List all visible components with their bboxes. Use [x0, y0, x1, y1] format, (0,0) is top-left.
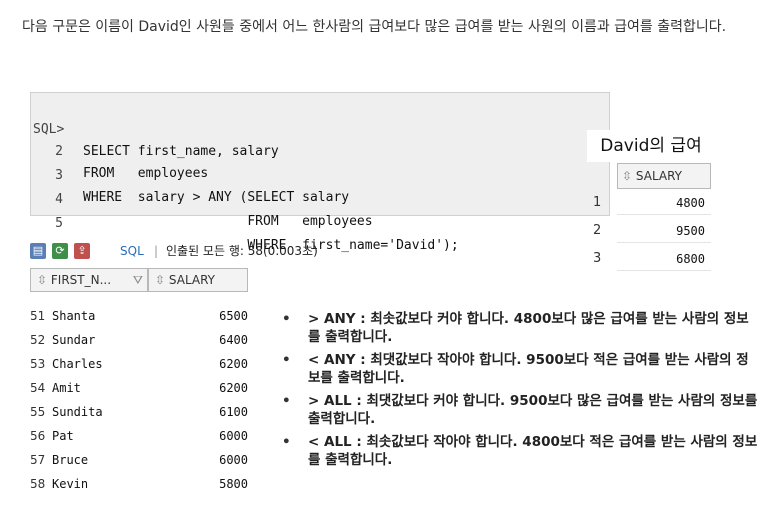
salary-cell: 5800	[219, 477, 248, 491]
table-row[interactable]: 58 Kevin 5800	[30, 472, 252, 496]
first-name-cell: Kevin	[52, 477, 89, 491]
pin-icon[interactable]: ▤	[30, 243, 46, 259]
table-row[interactable]: 1 4800	[587, 191, 715, 215]
salary-cell: 6200	[219, 357, 248, 371]
row-number: 52	[30, 333, 46, 347]
first-name-cell: Shanta	[52, 309, 96, 323]
first-name-cell: Charles	[52, 357, 103, 371]
row-number: 2	[593, 223, 602, 238]
first-name-cell: Sundar	[52, 333, 96, 347]
table-row[interactable]: 2 9500	[587, 219, 715, 243]
salary-cell: 6400	[219, 333, 248, 347]
line-number: 5	[55, 216, 63, 231]
fetch-status: 인출된 모든 행: 58(0.003초)	[166, 244, 318, 258]
table-row[interactable]: 52 Sundar 6400	[30, 328, 252, 352]
salary-cell: 6000	[219, 453, 248, 467]
bullet-icon: •	[282, 311, 291, 327]
table-row[interactable]: 51 Shanta 6500	[30, 304, 252, 328]
sql-line-5: 5 WHERE first_name='David');	[31, 191, 609, 253]
sql-line-1: SQL> SELECT first_name, salary	[31, 97, 609, 159]
table-row[interactable]: 54 Amit 6200	[30, 376, 252, 400]
refresh-icon[interactable]: ⟳	[52, 243, 68, 259]
sql-line-2: 2 FROM employees	[31, 119, 609, 181]
table-row[interactable]: 3 6800	[587, 247, 715, 271]
salary-cell: 9500	[617, 219, 711, 243]
salary-cell: 6000	[219, 429, 248, 443]
david-salary-caption: David의 급여	[587, 130, 715, 162]
sort-icon: ⇳	[622, 169, 633, 183]
row-number: 58	[30, 477, 46, 491]
row-number: 3	[593, 251, 602, 266]
column-header-first-name[interactable]: ⇳ FIRST_N... ⛛	[30, 268, 148, 292]
row-number: 51	[30, 309, 46, 323]
table-row[interactable]: 55 Sundita 6100	[30, 400, 252, 424]
row-number: 53	[30, 357, 46, 371]
table-row[interactable]: 57 Bruce 6000	[30, 448, 252, 472]
sql-code-4: FROM employees	[83, 214, 373, 229]
column-header-label: FIRST_N...	[50, 273, 112, 287]
first-name-cell: Sundita	[52, 405, 103, 419]
sort-icon: ⇳	[37, 273, 48, 287]
intro-text: 다음 구문은 이름이 David인 사원들 중에서 어느 한사람의 급여보다 많…	[22, 19, 727, 35]
first-name-cell: Pat	[52, 429, 74, 443]
results-toolbar: ▤ ⟳ ⇪ SQL | 인출된 모든 행: 58(0.003초)	[30, 240, 370, 262]
note-text: < ANY : 최댓값보다 작아야 합니다. 9500보다 적은 급여를 받는 …	[308, 352, 749, 386]
salary-cell: 6200	[219, 381, 248, 395]
salary-cell: 6100	[219, 405, 248, 419]
toolbar-separator: |	[154, 244, 159, 258]
note-text: > ALL : 최댓값보다 커야 합니다. 9500보다 많은 급여를 받는 사…	[308, 393, 758, 427]
sql-line-4: 4 FROM employees	[31, 167, 609, 229]
column-header-label: SALARY	[635, 169, 683, 183]
bullet-icon: •	[282, 352, 291, 368]
sql-link[interactable]: SQL	[120, 240, 144, 262]
row-number: 1	[593, 195, 602, 210]
sort-icon: ⇳	[155, 273, 166, 287]
bullet-icon: •	[282, 434, 291, 450]
column-header-salary[interactable]: ⇳ SALARY	[148, 268, 248, 292]
column-header-label: SALARY	[168, 273, 216, 287]
table-row[interactable]: 56 Pat 6000	[30, 424, 252, 448]
note-text: > ANY : 최솟값보다 커야 합니다. 4800보다 많은 급여를 받는 사…	[308, 311, 749, 345]
sql-worksheet[interactable]: SQL> SELECT first_name, salary 2 FROM em…	[30, 92, 610, 253]
table-row[interactable]: 53 Charles 6200	[30, 352, 252, 376]
row-number: 54	[30, 381, 46, 395]
bullet-icon: •	[282, 393, 291, 409]
note-text: < ALL : 최솟값보다 작아야 합니다. 4800보다 적은 급여를 받는 …	[308, 434, 758, 468]
filter-icon[interactable]: ⛛	[133, 269, 143, 291]
salary-cell: 4800	[617, 191, 711, 215]
salary-cell: 6800	[617, 247, 711, 271]
row-number: 55	[30, 405, 46, 419]
first-name-cell: Bruce	[52, 453, 89, 467]
first-name-cell: Amit	[52, 381, 81, 395]
salary-cell: 6500	[219, 309, 248, 323]
export-icon[interactable]: ⇪	[74, 243, 90, 259]
row-number: 56	[30, 429, 46, 443]
row-number: 57	[30, 453, 46, 467]
sql-line-3: 3 WHERE salary > ANY (SELECT salary	[31, 143, 609, 205]
column-header-salary[interactable]: ⇳ SALARY	[617, 163, 711, 189]
